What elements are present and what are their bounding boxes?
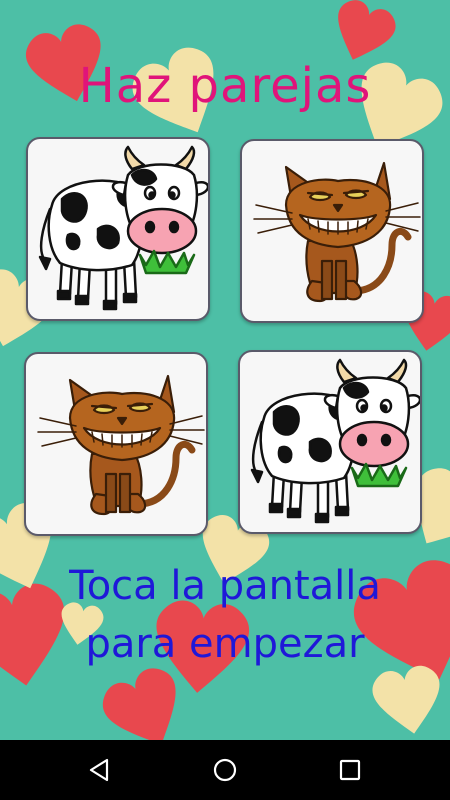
cat-icon (37, 374, 205, 516)
back-button[interactable] (70, 740, 130, 800)
recents-icon (339, 759, 361, 781)
back-icon (89, 758, 109, 782)
memory-card-4[interactable] (238, 350, 422, 534)
cat-icon (253, 161, 421, 303)
app-title: Haz parejas (78, 58, 372, 114)
android-nav-bar (0, 740, 450, 800)
memory-card-2[interactable] (240, 139, 424, 323)
memory-card-3[interactable] (24, 352, 208, 536)
instruction-line-2: para empezar (85, 621, 365, 667)
home-icon (213, 758, 237, 782)
cow-icon (38, 145, 208, 311)
memory-card-1[interactable] (26, 137, 210, 321)
home-button[interactable] (195, 740, 255, 800)
cow-icon (250, 358, 420, 524)
instruction-line-1: Toca la pantalla (69, 563, 381, 609)
recents-button[interactable] (320, 740, 380, 800)
